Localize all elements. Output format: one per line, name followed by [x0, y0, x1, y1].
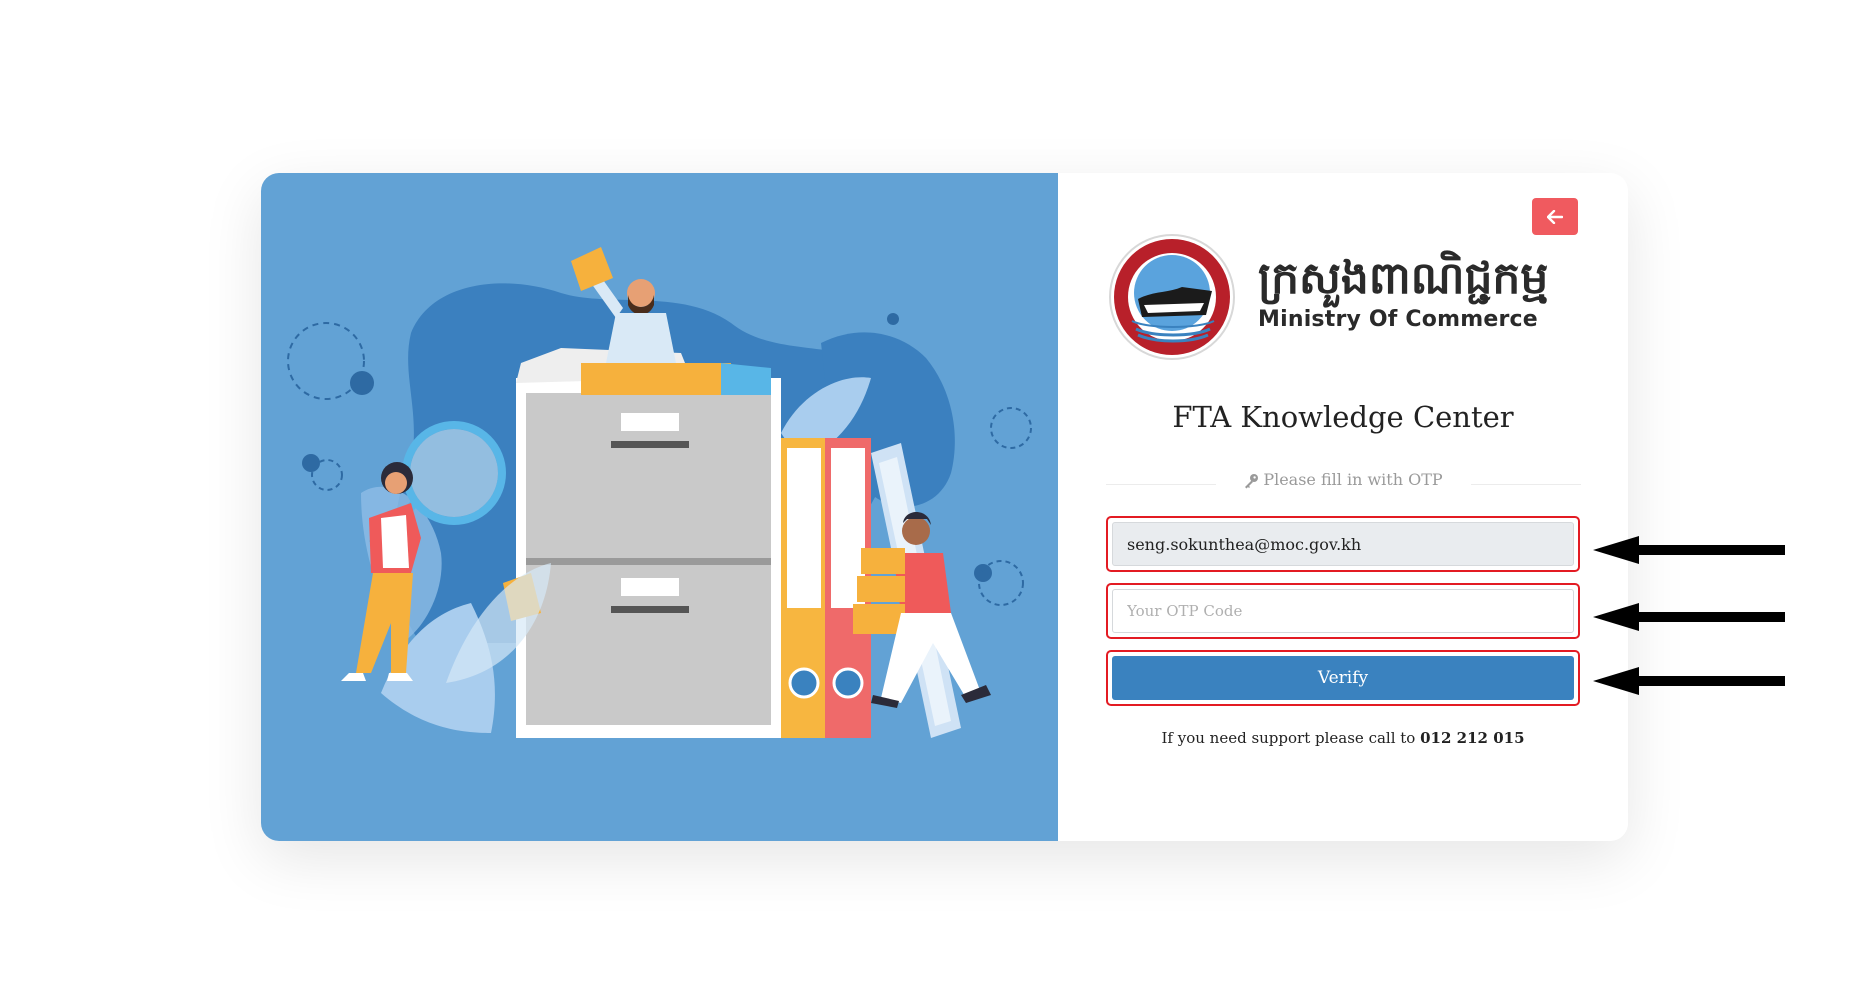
- page-title: FTA Knowledge Center: [1172, 400, 1514, 434]
- support-phone: 012 212 015: [1420, 729, 1525, 747]
- back-button[interactable]: [1532, 198, 1578, 235]
- support-line: If you need support please call to 012 2…: [1058, 729, 1628, 747]
- arrow-left-icon: [1593, 536, 1785, 564]
- login-panel: ក្រសួងពាណិជ្ជកម្ម Ministry Of Commerce F…: [1058, 173, 1628, 841]
- email-field[interactable]: [1112, 522, 1574, 566]
- khmer-name: ក្រសួងពាណិជ្ជកម្ម: [1258, 250, 1548, 308]
- ministry-logo: ក្រសួងពាណិជ្ជកម្ម Ministry Of Commerce: [1108, 233, 1588, 363]
- arrow-left-icon: [1547, 209, 1563, 224]
- otp-hint: Please fill in with OTP: [1058, 470, 1628, 489]
- arrow-left-icon: [1593, 603, 1785, 631]
- arrow-left-icon: [1593, 667, 1785, 695]
- org-name: Ministry Of Commerce: [1258, 307, 1538, 332]
- support-text: If you need support please call to: [1161, 729, 1416, 747]
- khmer-wordmark: ក្រសួងពាណិជ្ជកម្ម: [1258, 250, 1548, 308]
- email-highlight: [1106, 516, 1580, 572]
- verify-button[interactable]: Verify: [1112, 656, 1574, 700]
- otp-code-input[interactable]: [1112, 589, 1574, 633]
- otp-highlight: [1106, 583, 1580, 639]
- illustration-panel: [261, 173, 1058, 841]
- ministry-seal-icon: [1109, 234, 1235, 360]
- verify-highlight: Verify: [1106, 650, 1580, 706]
- filing-illustration: [287, 247, 1032, 738]
- login-card: ក្រសួងពាណិជ្ជកម្ម Ministry Of Commerce F…: [261, 173, 1628, 841]
- key-icon: [1245, 473, 1259, 488]
- otp-hint-text: Please fill in with OTP: [1263, 470, 1443, 489]
